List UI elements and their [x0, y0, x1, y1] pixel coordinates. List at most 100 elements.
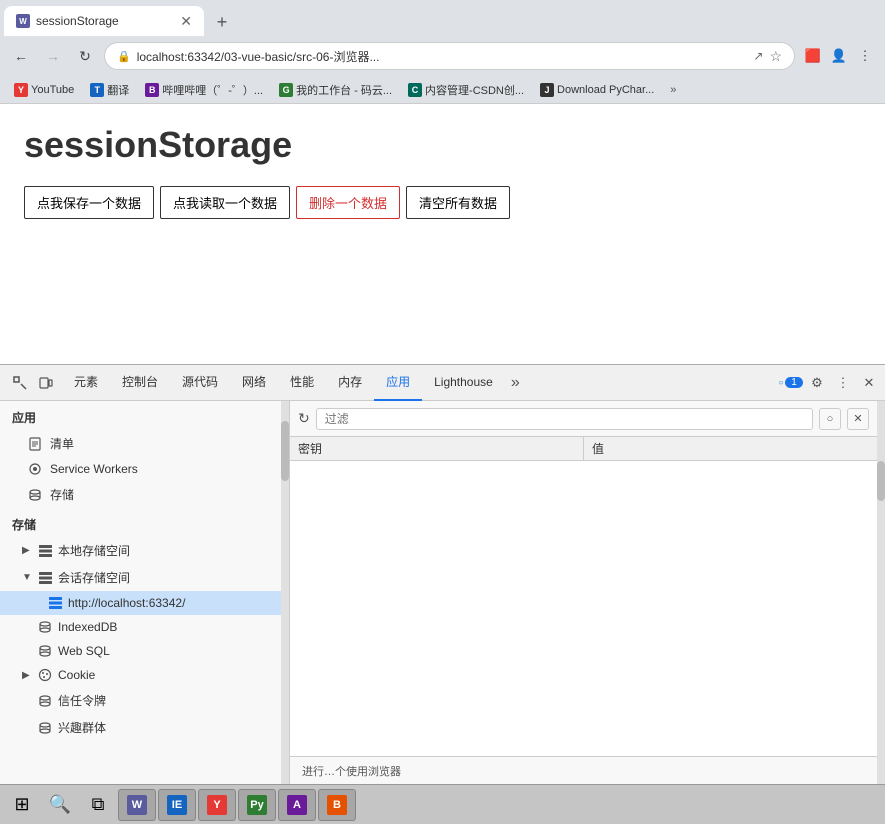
lock-icon: 🔒: [117, 50, 131, 63]
search-icon[interactable]: 🔍: [42, 787, 78, 823]
active-tab[interactable]: W sessionStorage ✕: [4, 6, 204, 36]
save-data-button[interactable]: 点我保存一个数据: [24, 186, 154, 219]
new-tab-button[interactable]: +: [208, 8, 236, 36]
clear-data-button[interactable]: 清空所有数据: [406, 186, 510, 219]
column-key: 密钥: [290, 437, 584, 460]
storage-label: 存储: [50, 486, 74, 503]
tab-console[interactable]: 控制台: [110, 365, 170, 401]
inspect-element-icon[interactable]: [8, 371, 32, 395]
device-toolbar-icon[interactable]: [34, 371, 58, 395]
devtools-icons: [4, 371, 62, 395]
devtools-sidebar: 应用 清单 Service Workers: [0, 401, 290, 784]
manifest-icon: [28, 437, 42, 451]
filter-clear-icon[interactable]: ○: [819, 408, 841, 430]
taskbar-app-yt[interactable]: Y: [198, 789, 236, 821]
devtools-content: ↻ ○ ✕ 密钥 值 进行…个使用浏览器: [290, 401, 877, 784]
cookie-icon: [38, 668, 52, 682]
taskbar-app-ws[interactable]: W: [118, 789, 156, 821]
bookmark-item[interactable]: J Download PyChar...: [534, 81, 660, 99]
tab-application[interactable]: 应用: [374, 365, 422, 401]
sidebar-item-storage[interactable]: 存储: [0, 481, 289, 508]
sidebar-item-trust-tokens[interactable]: ▶ 信任令牌: [0, 687, 289, 714]
more-bookmarks-button[interactable]: »: [666, 82, 680, 98]
sidebar-item-manifest[interactable]: 清单: [0, 430, 289, 457]
sidebar-item-session-storage[interactable]: ▼ 会话存储空间: [0, 564, 289, 591]
sidebar-item-web-sql[interactable]: ▶ Web SQL: [0, 639, 289, 663]
session-storage-label: 会话存储空间: [58, 569, 130, 586]
more-tabs-button[interactable]: »: [505, 374, 526, 392]
task-view-icon[interactable]: ⧉: [80, 787, 116, 823]
bookmark-item[interactable]: Y YouTube: [8, 81, 80, 99]
filter-close-icon[interactable]: ✕: [847, 408, 869, 430]
close-devtools-icon[interactable]: ✕: [857, 371, 881, 395]
tab-sources[interactable]: 源代码: [170, 365, 230, 401]
sidebar-item-session-storage-url[interactable]: ▶ http://localhost:63342/: [0, 591, 289, 615]
tab-memory[interactable]: 内存: [326, 365, 374, 401]
profile-icon[interactable]: 👤: [827, 44, 851, 68]
content-scrollbar[interactable]: [877, 401, 885, 784]
sidebar-item-indexeddb[interactable]: ▶ IndexedDB: [0, 615, 289, 639]
bookmark-favicon: J: [540, 83, 554, 97]
sidebar-item-local-storage[interactable]: ▶ 本地存储空间: [0, 537, 289, 564]
read-data-button[interactable]: 点我读取一个数据: [160, 186, 290, 219]
url-storage-icon: [48, 596, 62, 610]
bookmark-item[interactable]: T 翻译: [84, 80, 135, 100]
reload-button[interactable]: ↻: [72, 43, 98, 69]
taskbar-app-browser[interactable]: IE: [158, 789, 196, 821]
bookmarks-bar: Y YouTube T 翻译 B 哔哩哔哩（゜-゜）... G 我的工作台 - …: [0, 76, 885, 104]
back-button[interactable]: ←: [8, 43, 34, 69]
interest-groups-label: 兴趣群体: [58, 719, 106, 736]
bookmark-star-icon[interactable]: ☆: [769, 48, 782, 65]
service-workers-label: Service Workers: [50, 462, 138, 476]
sidebar-section-storage: 存储: [0, 508, 289, 537]
address-bar[interactable]: 🔒 localhost:63342/03-vue-basic/src-06-浏览…: [104, 42, 795, 70]
expand-arrow-icon: ▶: [22, 670, 32, 681]
bookmark-label: Download PyChar...: [557, 84, 654, 96]
sidebar-scroll[interactable]: 应用 清单 Service Workers: [0, 401, 289, 784]
expand-arrow-icon: ▶: [22, 545, 32, 556]
refresh-icon[interactable]: ↻: [298, 410, 310, 427]
indexeddb-icon: [38, 620, 52, 634]
tab-elements[interactable]: 元素: [62, 365, 110, 401]
bookmark-item[interactable]: B 哔哩哔哩（゜-゜）...: [139, 80, 269, 100]
table-body[interactable]: [290, 461, 877, 756]
tab-network[interactable]: 网络: [230, 365, 278, 401]
chat-icon[interactable]: 1: [779, 371, 803, 395]
settings-icon[interactable]: ⚙: [805, 371, 829, 395]
taskbar-app-extra[interactable]: A: [278, 789, 316, 821]
chat-badge: 1: [785, 377, 803, 388]
menu-icon[interactable]: ⋮: [853, 44, 877, 68]
bookmark-item[interactable]: C 内容管理-CSDN创...: [402, 80, 530, 100]
devtools-panel: 元素 控制台 源代码 网络 性能 内存 应用 Lighthouse » 1 ⚙ …: [0, 364, 885, 784]
tab-close-button[interactable]: ✕: [180, 13, 192, 30]
extensions-icon[interactable]: 🟥: [801, 44, 825, 68]
delete-data-button[interactable]: 删除一个数据: [296, 186, 400, 219]
browser-icon: IE: [167, 795, 187, 815]
indexeddb-label: IndexedDB: [58, 620, 117, 634]
column-value: 值: [584, 437, 877, 460]
sidebar-item-interest-groups[interactable]: ▶ 兴趣群体: [0, 714, 289, 741]
sidebar-item-cookie[interactable]: ▶ Cookie: [0, 663, 289, 687]
forward-button[interactable]: →: [40, 43, 66, 69]
bookmark-item[interactable]: G 我的工作台 - 码云...: [273, 80, 398, 100]
cookie-label: Cookie: [58, 668, 95, 682]
address-bar-row: ← → ↻ 🔒 localhost:63342/03-vue-basic/src…: [0, 36, 885, 76]
devtools-tabs: 元素 控制台 源代码 网络 性能 内存 应用 Lighthouse »: [62, 365, 779, 401]
page-content: sessionStorage 点我保存一个数据 点我读取一个数据 删除一个数据 …: [0, 104, 885, 364]
table-header: 密钥 值: [290, 437, 877, 461]
bookmark-label: 哔哩哔哩（゜-゜）...: [162, 82, 263, 98]
taskbar-app-py[interactable]: Py: [238, 789, 276, 821]
tab-performance[interactable]: 性能: [278, 365, 326, 401]
service-workers-icon: [28, 462, 42, 476]
manifest-label: 清单: [50, 435, 74, 452]
sidebar-scrollbar[interactable]: [281, 401, 289, 784]
page-title: sessionStorage: [24, 124, 861, 166]
devtools-more-icon[interactable]: ⋮: [831, 371, 855, 395]
tab-lighthouse[interactable]: Lighthouse: [422, 365, 505, 401]
taskbar-app-extra2[interactable]: B: [318, 789, 356, 821]
filter-input[interactable]: [316, 408, 813, 430]
web-sql-icon: [38, 644, 52, 658]
sidebar-item-service-workers[interactable]: Service Workers: [0, 457, 289, 481]
bookmark-favicon: T: [90, 83, 104, 97]
windows-start-icon[interactable]: ⊞: [4, 787, 40, 823]
